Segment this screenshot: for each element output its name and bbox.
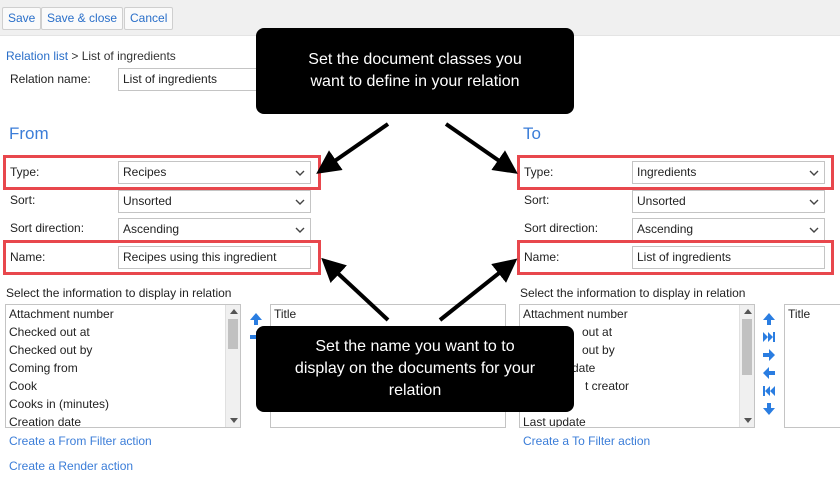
arrow-down-icon[interactable] (762, 402, 776, 416)
list-item[interactable]: Cook (6, 377, 240, 395)
to-sort-select[interactable]: Unsorted (632, 190, 825, 213)
scroll-down-icon[interactable] (744, 418, 752, 423)
chevron-down-icon (809, 170, 819, 176)
scrollbar-thumb[interactable] (742, 319, 752, 375)
callout-document-classes: Set the document classes you want to def… (256, 28, 574, 114)
to-selected-list[interactable]: Title (784, 304, 840, 428)
arrow-to-to-type (444, 122, 518, 174)
list-item[interactable]: Title (785, 305, 840, 323)
chevron-down-icon (295, 199, 305, 205)
from-sort-value: Unsorted (123, 194, 172, 208)
move-all-left-icon[interactable] (762, 384, 776, 398)
from-select-info-label: Select the information to display in rel… (6, 286, 232, 300)
chevron-down-icon (809, 199, 819, 205)
save-button[interactable]: Save (2, 7, 42, 30)
to-section-title: To (523, 124, 541, 143)
from-direction-select[interactable]: Ascending (118, 218, 311, 241)
cancel-button[interactable]: Cancel (124, 7, 174, 30)
callout-line: relation (388, 382, 442, 399)
to-type-select[interactable]: Ingredients (632, 161, 825, 184)
list-item[interactable]: Checked out at (6, 323, 240, 341)
scroll-up-icon[interactable] (744, 309, 752, 314)
callout-relation-name: Set the name you want to to display on t… (256, 326, 574, 412)
list-item[interactable]: Attachment number (520, 305, 754, 323)
to-name-input[interactable]: List of ingredients (632, 246, 825, 269)
breadcrumb-separator: > (68, 49, 82, 63)
list-item[interactable]: Attachment number (6, 305, 240, 323)
move-all-right-icon[interactable] (762, 330, 776, 344)
to-type-value: Ingredients (637, 165, 697, 179)
list-item[interactable]: Title (271, 305, 505, 323)
arrow-up-icon[interactable] (249, 312, 263, 326)
from-type-value: Recipes (123, 165, 167, 179)
list-item[interactable]: Cooks in (minutes) (6, 395, 240, 413)
breadcrumb-relation-list-link[interactable]: Relation list (6, 49, 68, 63)
to-type-label: Type: (524, 165, 554, 179)
relation-name-input[interactable]: List of ingredients (118, 68, 258, 91)
from-type-label: Type: (10, 165, 40, 179)
from-name-input[interactable]: Recipes using this ingredient (118, 246, 311, 269)
from-direction-label: Sort direction: (10, 221, 85, 235)
create-from-filter-link[interactable]: Create a From Filter action (9, 434, 152, 448)
to-select-info-label: Select the information to display in rel… (520, 286, 746, 300)
save-and-close-button[interactable]: Save & close (41, 7, 124, 30)
move-left-icon[interactable] (762, 366, 776, 380)
breadcrumb: Relation list > List of ingredients (6, 49, 176, 63)
chevron-down-icon (295, 170, 305, 176)
breadcrumb-current: List of ingredients (81, 49, 176, 63)
move-right-icon[interactable] (762, 348, 776, 362)
from-type-select[interactable]: Recipes (118, 161, 311, 184)
chevron-down-icon (809, 227, 819, 233)
to-direction-value: Ascending (637, 222, 694, 236)
from-section-title: From (9, 124, 49, 143)
to-list-scrollbar[interactable] (739, 305, 754, 427)
relation-name-label: Relation name: (10, 72, 91, 86)
list-item[interactable]: Checked out by (6, 341, 240, 359)
from-direction-value: Ascending (123, 222, 180, 236)
callout-line: Set the document classes you (308, 51, 522, 68)
chevron-down-icon (295, 227, 305, 233)
to-sort-label: Sort: (524, 193, 550, 207)
callout-line: want to define in your relation (310, 73, 520, 90)
callout-line: display on the documents for your (294, 360, 536, 377)
to-direction-select[interactable]: Ascending (632, 218, 825, 241)
list-item[interactable]: Last update (520, 413, 754, 427)
to-sort-value: Unsorted (637, 194, 686, 208)
scroll-down-icon[interactable] (230, 418, 238, 423)
to-move-buttons (762, 312, 778, 420)
callout-line: Set the name you want to to (315, 338, 515, 355)
from-list-scrollbar[interactable] (225, 305, 240, 427)
scrollbar-thumb[interactable] (228, 319, 238, 349)
from-name-label: Name: (10, 250, 46, 264)
arrow-up-icon[interactable] (762, 312, 776, 326)
to-direction-label: Sort direction: (524, 221, 599, 235)
from-sort-label: Sort: (10, 193, 36, 207)
from-sort-select[interactable]: Unsorted (118, 190, 311, 213)
list-item[interactable]: Coming from (6, 359, 240, 377)
scroll-up-icon[interactable] (230, 309, 238, 314)
to-name-label: Name: (524, 250, 560, 264)
from-available-list[interactable]: Attachment number Checked out at Checked… (5, 304, 241, 428)
list-item[interactable]: Creation date (6, 413, 240, 427)
arrow-to-from-type (316, 122, 390, 174)
create-to-filter-link[interactable]: Create a To Filter action (523, 434, 650, 448)
create-render-link[interactable]: Create a Render action (9, 459, 133, 473)
